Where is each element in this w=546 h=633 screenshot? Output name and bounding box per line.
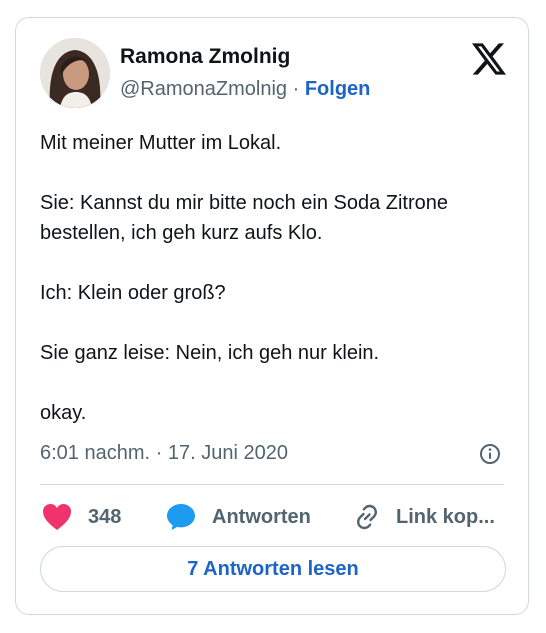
avatar[interactable] xyxy=(40,38,110,108)
action-bar: 348 Antworten Link kop... xyxy=(40,498,506,536)
reply-bubble-icon xyxy=(167,504,195,530)
tweet-card: Ramona Zmolnig @RamonaZmolnig · Folgen M… xyxy=(15,17,529,615)
follow-button[interactable]: Folgen xyxy=(305,78,371,100)
author-handle[interactable]: @RamonaZmolnig xyxy=(120,78,287,100)
author-name[interactable]: Ramona Zmolnig xyxy=(120,45,290,69)
x-logo-icon[interactable] xyxy=(472,43,506,75)
heart-icon xyxy=(43,504,71,530)
divider xyxy=(40,484,504,485)
separator-dot: · xyxy=(292,78,300,100)
author-handle-row: @RamonaZmolnig · Folgen xyxy=(120,78,370,101)
tweet-line: Sie ganz leise: Nein, ich geh nur klein. xyxy=(40,342,380,364)
like-button[interactable]: 348 xyxy=(42,498,121,536)
reply-label: Antworten xyxy=(212,505,311,528)
copy-link-button[interactable]: Link kop... xyxy=(352,498,495,536)
reply-button[interactable]: Antworten xyxy=(166,498,311,536)
like-count: 348 xyxy=(88,505,122,528)
link-icon xyxy=(357,504,377,530)
tweet-text: Mit meiner Mutter im Lokal. Sie: Kannst … xyxy=(40,128,510,428)
info-icon[interactable] xyxy=(479,443,501,465)
tweet-line: Ich: Klein oder groß? xyxy=(40,282,226,304)
copy-link-label: Link kop... xyxy=(396,505,495,528)
tweet-line: Sie: Kannst du mir bitte noch ein Soda Z… xyxy=(40,192,449,244)
tweet-timestamp[interactable]: 6:01 nachm. · 17. Juni 2020 xyxy=(40,442,288,465)
tweet-line: Mit meiner Mutter im Lokal. xyxy=(40,132,282,154)
tweet-line: okay. xyxy=(40,402,87,424)
read-replies-button[interactable]: 7 Antworten lesen xyxy=(40,546,506,592)
